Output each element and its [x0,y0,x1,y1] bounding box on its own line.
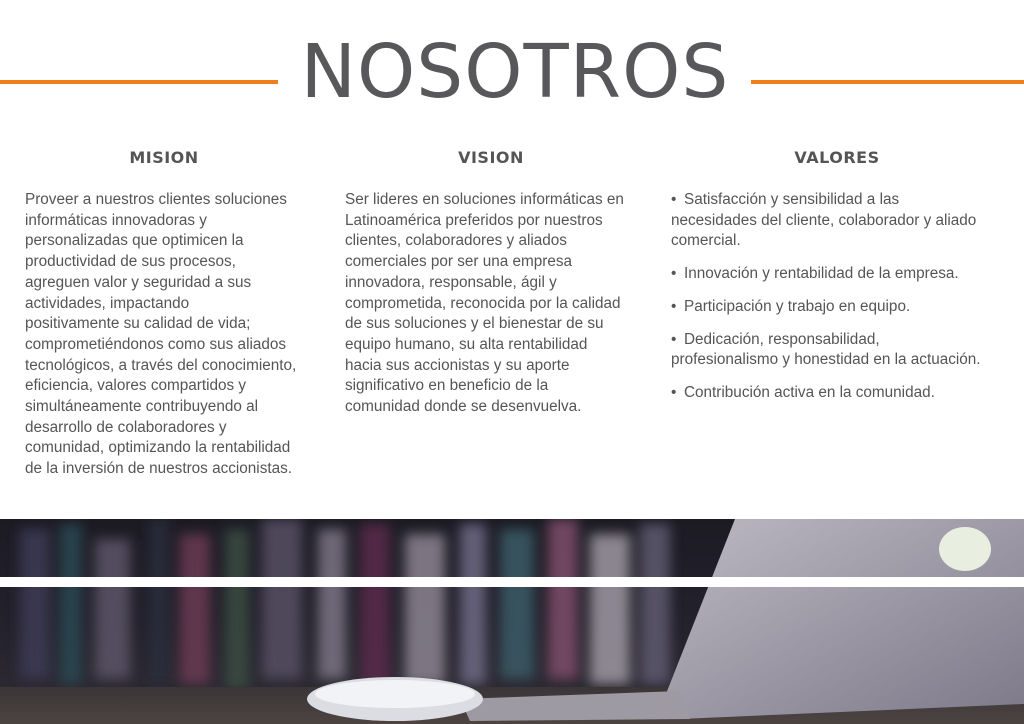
valores-item-text: Dedicación, responsabilidad, profesional… [671,330,981,369]
mision-section: MISION Proveer a nuestros clientes soluc… [25,146,315,480]
valores-item: • Contribución activa en la comunidad. [671,383,1011,404]
laptop-photo-banner [0,519,1024,724]
bullet-icon: • [671,265,677,283]
valores-item-text: Participación y trabajo en equipo. [684,297,911,315]
valores-item: • Dedicación, responsabilidad, profesiona… [671,330,1011,371]
valores-item-text: Innovación y rentabilidad de la empresa. [684,265,959,283]
mision-text: Proveer a nuestros clientes soluciones i… [25,191,297,478]
valores-section: VALORES • Satisfacción y sensibilidad a l… [671,146,1011,416]
title-divider-left [0,80,278,84]
valores-list: • Satisfacción y sensibilidad a las neces… [671,190,1011,404]
valores-item: • Participación y trabajo en equipo. [671,297,1011,318]
valores-heading: VALORES [794,148,880,167]
title-divider-right [751,80,1024,84]
laptop-desk-image [0,519,1024,724]
title-row: NOSOTROS [0,28,1024,118]
bullet-icon: • [671,297,677,315]
valores-item: • Innovación y rentabilidad de la empresa… [671,264,1011,285]
valores-item-text: Satisfacción y sensibilidad a las necesi… [671,191,977,250]
bullet-icon: • [671,191,677,208]
nosotros-page: NOSOTROS MISION Proveer a nuestros clien… [0,0,1024,724]
photo-divider-band [0,577,1024,587]
vision-section: VISION Ser lideres en soluciones informá… [345,146,645,418]
vision-text: Ser lideres en soluciones informáticas e… [345,191,624,416]
vision-heading: VISION [458,148,524,167]
mision-heading: MISION [129,148,199,167]
page-title: NOSOTROS [300,29,730,115]
bullet-icon: • [671,383,677,401]
valores-item: • Satisfacción y sensibilidad a las neces… [671,190,1011,252]
valores-item-text: Contribución activa en la comunidad. [684,383,935,401]
bullet-icon: • [671,330,677,348]
